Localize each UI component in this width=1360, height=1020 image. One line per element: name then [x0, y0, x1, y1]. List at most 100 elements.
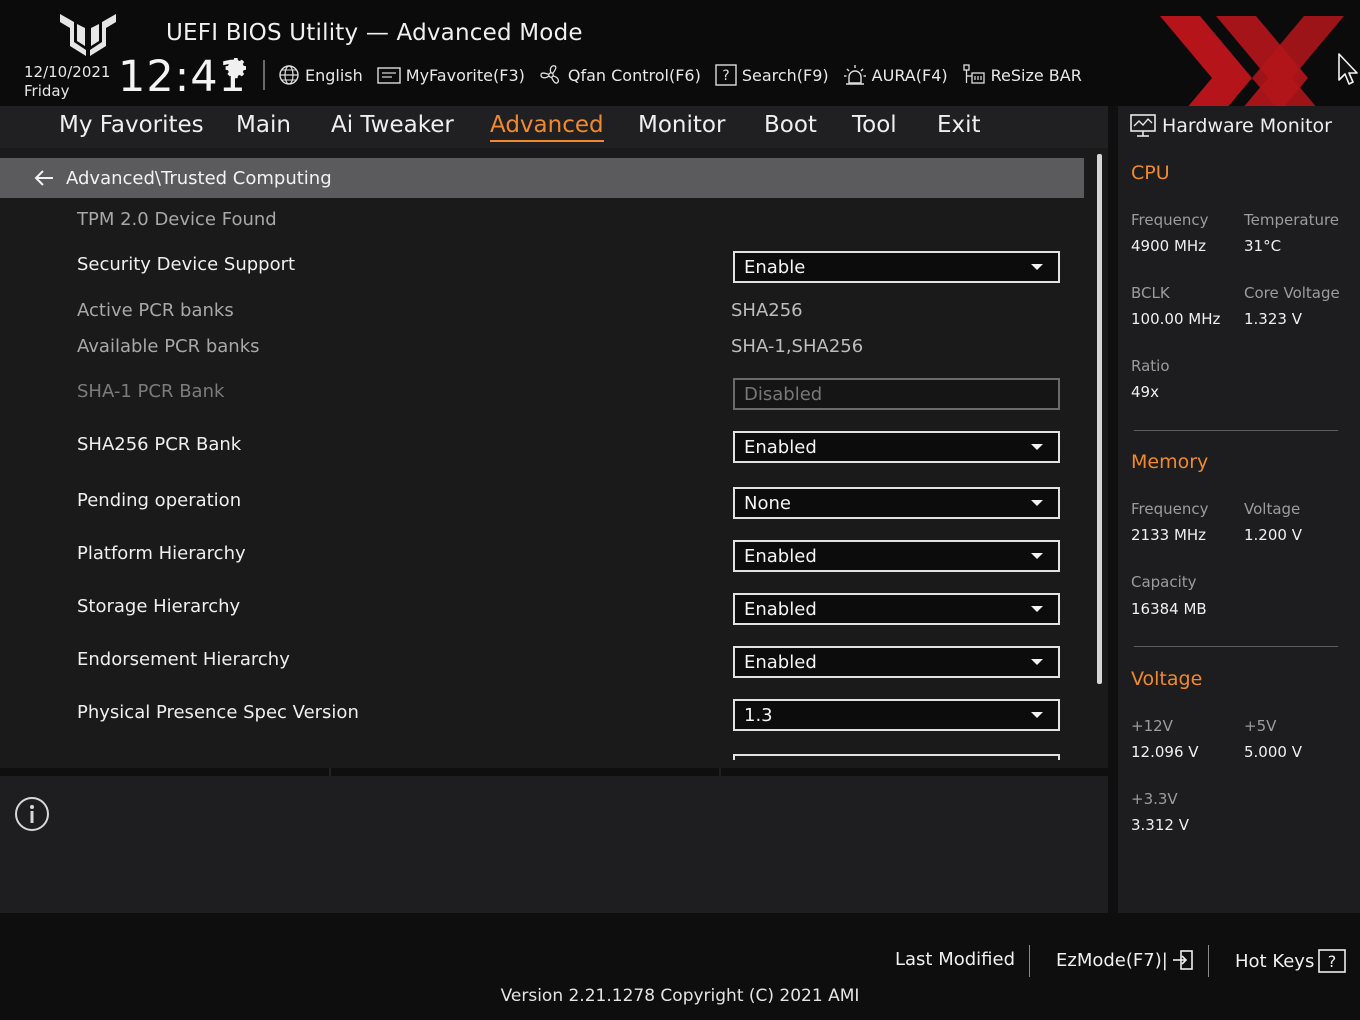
- pending-operation-label[interactable]: Pending operation: [77, 490, 241, 511]
- qfan-control-button[interactable]: Qfan Control(F6): [539, 63, 701, 87]
- v12-value: 12.096 V: [1131, 743, 1199, 761]
- version-text: Version 2.21.1278 Copyright (C) 2021 AMI: [500, 986, 860, 1006]
- sha256-pcr-bank-label[interactable]: SHA256 PCR Bank: [77, 434, 241, 455]
- breadcrumb-path: Advanced\Trusted Computing: [66, 167, 332, 189]
- security-device-support-dropdown[interactable]: Enable: [733, 251, 1060, 283]
- physical-presence-spec-dropdown[interactable]: 1.3: [733, 699, 1060, 731]
- ratio-label: Ratio: [1131, 357, 1170, 375]
- header-separator: [263, 60, 265, 90]
- bclk-label: BCLK: [1131, 284, 1170, 302]
- ezmode-button[interactable]: EzMode(F7)|: [1056, 949, 1194, 971]
- security-device-support-label[interactable]: Security Device Support: [77, 254, 295, 275]
- tab-my-favorites[interactable]: My Favorites: [59, 112, 204, 138]
- tab-ai-tweaker[interactable]: Ai Tweaker: [331, 112, 454, 138]
- sha256-pcr-bank-dropdown[interactable]: Enabled: [733, 431, 1060, 463]
- myfavorite-label: MyFavorite(F3): [405, 65, 525, 85]
- myfavorite-button[interactable]: MyFavorite(F3): [377, 65, 525, 85]
- physical-presence-spec-value: 1.3: [744, 704, 773, 726]
- resize-bar-label: ReSize BAR: [990, 65, 1082, 85]
- mouse-cursor-icon: [1338, 53, 1358, 85]
- storage-hierarchy-value: Enabled: [744, 598, 817, 620]
- hot-keys-button[interactable]: Hot Keys ?: [1235, 949, 1347, 973]
- tab-boot[interactable]: Boot: [764, 112, 817, 138]
- security-device-support-value: Enable: [744, 256, 806, 278]
- pending-operation-dropdown[interactable]: None: [733, 487, 1060, 519]
- footer-separator: [1029, 945, 1030, 977]
- v5-value: 5.000 V: [1244, 743, 1302, 761]
- favorite-icon: [377, 67, 401, 84]
- memory-heading: Memory: [1131, 451, 1209, 473]
- core-voltage-value: 1.323 V: [1244, 310, 1302, 328]
- bclk-value: 100.00 MHz: [1131, 310, 1221, 328]
- qfan-control-label: Qfan Control(F6): [567, 65, 701, 85]
- tab-exit[interactable]: Exit: [937, 112, 981, 138]
- day-text: Friday: [24, 82, 70, 100]
- cpu-heading: CPU: [1131, 162, 1170, 184]
- back-arrow-icon[interactable]: [33, 167, 55, 189]
- memory-capacity-value: 16384 MB: [1131, 600, 1207, 618]
- tab-tool[interactable]: Tool: [852, 112, 897, 138]
- tab-monitor[interactable]: Monitor: [638, 112, 725, 138]
- v12-label: +12V: [1131, 717, 1173, 735]
- sha1-pcr-bank-label: SHA-1 PCR Bank: [77, 381, 225, 402]
- active-pcr-banks-label: Active PCR banks: [77, 300, 234, 321]
- chevron-down-icon: [1031, 659, 1043, 665]
- storage-hierarchy-label[interactable]: Storage Hierarchy: [77, 596, 240, 617]
- breadcrumb: Advanced\Trusted Computing: [0, 158, 1084, 198]
- chevron-down-icon: [1031, 606, 1043, 612]
- core-voltage-label: Core Voltage: [1244, 284, 1340, 302]
- endorsement-hierarchy-value: Enabled: [744, 651, 817, 673]
- memory-frequency-value: 2133 MHz: [1131, 526, 1207, 544]
- sha1-pcr-bank-value: Disabled: [744, 383, 823, 405]
- platform-hierarchy-dropdown[interactable]: Enabled: [733, 540, 1060, 572]
- app-title: UEFI BIOS Utility — Advanced Mode: [166, 20, 583, 46]
- content-scrollbar[interactable]: [1097, 154, 1102, 684]
- chevron-down-icon: [1031, 553, 1043, 559]
- hot-keys-label: Hot Keys: [1235, 950, 1315, 972]
- resize-bar-button[interactable]: ReSize BAR: [962, 63, 1082, 87]
- info-icon[interactable]: [14, 796, 50, 832]
- aura-icon: [843, 65, 866, 85]
- hardware-monitor-title: Hardware Monitor: [1162, 115, 1332, 137]
- v33-label: +3.3V: [1131, 790, 1178, 808]
- cpu-divider: [1134, 430, 1338, 431]
- physical-presence-spec-label[interactable]: Physical Presence Spec Version: [77, 702, 359, 723]
- sha1-pcr-bank-dropdown: Disabled: [733, 378, 1060, 410]
- aura-button[interactable]: AURA(F4): [843, 63, 948, 87]
- tab-advanced[interactable]: Advanced: [490, 112, 604, 142]
- endorsement-hierarchy-label[interactable]: Endorsement Hierarchy: [77, 649, 290, 670]
- partial-dropdown-edge: [733, 754, 1060, 760]
- clock-settings-icon[interactable]: [225, 56, 249, 80]
- last-modified-label: Last Modified: [895, 949, 1016, 970]
- endorsement-hierarchy-dropdown[interactable]: Enabled: [733, 646, 1060, 678]
- memory-capacity-label: Capacity: [1131, 573, 1197, 591]
- chevron-down-icon: [1031, 500, 1043, 506]
- v33-value: 3.312 V: [1131, 816, 1189, 834]
- pending-operation-value: None: [744, 492, 791, 514]
- help-info-area: [0, 776, 1108, 913]
- sha256-pcr-bank-value: Enabled: [744, 436, 817, 458]
- storage-hierarchy-dropdown[interactable]: Enabled: [733, 593, 1060, 625]
- memory-voltage-value: 1.200 V: [1244, 526, 1302, 544]
- language-label: English: [305, 65, 363, 85]
- monitor-icon: [1130, 114, 1156, 137]
- cpu-temperature-label: Temperature: [1244, 211, 1340, 229]
- ezmode-label: EzMode(F7)|: [1056, 949, 1168, 971]
- memory-divider: [1134, 646, 1338, 647]
- memory-frequency-label: Frequency: [1131, 500, 1209, 518]
- tpm-status-text: TPM 2.0 Device Found: [77, 209, 277, 230]
- last-modified-button[interactable]: Last Modified: [895, 949, 1015, 970]
- search-help-icon: ?: [715, 64, 737, 86]
- help-question-icon: ?: [1318, 949, 1347, 973]
- svg-text:?: ?: [1328, 952, 1337, 971]
- memory-voltage-label: Voltage: [1244, 500, 1301, 518]
- language-button[interactable]: English: [278, 64, 363, 86]
- platform-hierarchy-label[interactable]: Platform Hierarchy: [77, 543, 246, 564]
- search-button[interactable]: ? Search(F9): [715, 64, 829, 86]
- tab-main[interactable]: Main: [236, 112, 291, 138]
- available-pcr-banks-label: Available PCR banks: [77, 336, 260, 357]
- hardware-monitor-header: Hardware Monitor: [1130, 114, 1332, 138]
- exit-to-ezmode-icon: [1172, 950, 1193, 970]
- fan-icon: [540, 65, 559, 84]
- top-toolbar: English MyFavorite(F3) Qfan Control(F6) …: [278, 62, 1096, 88]
